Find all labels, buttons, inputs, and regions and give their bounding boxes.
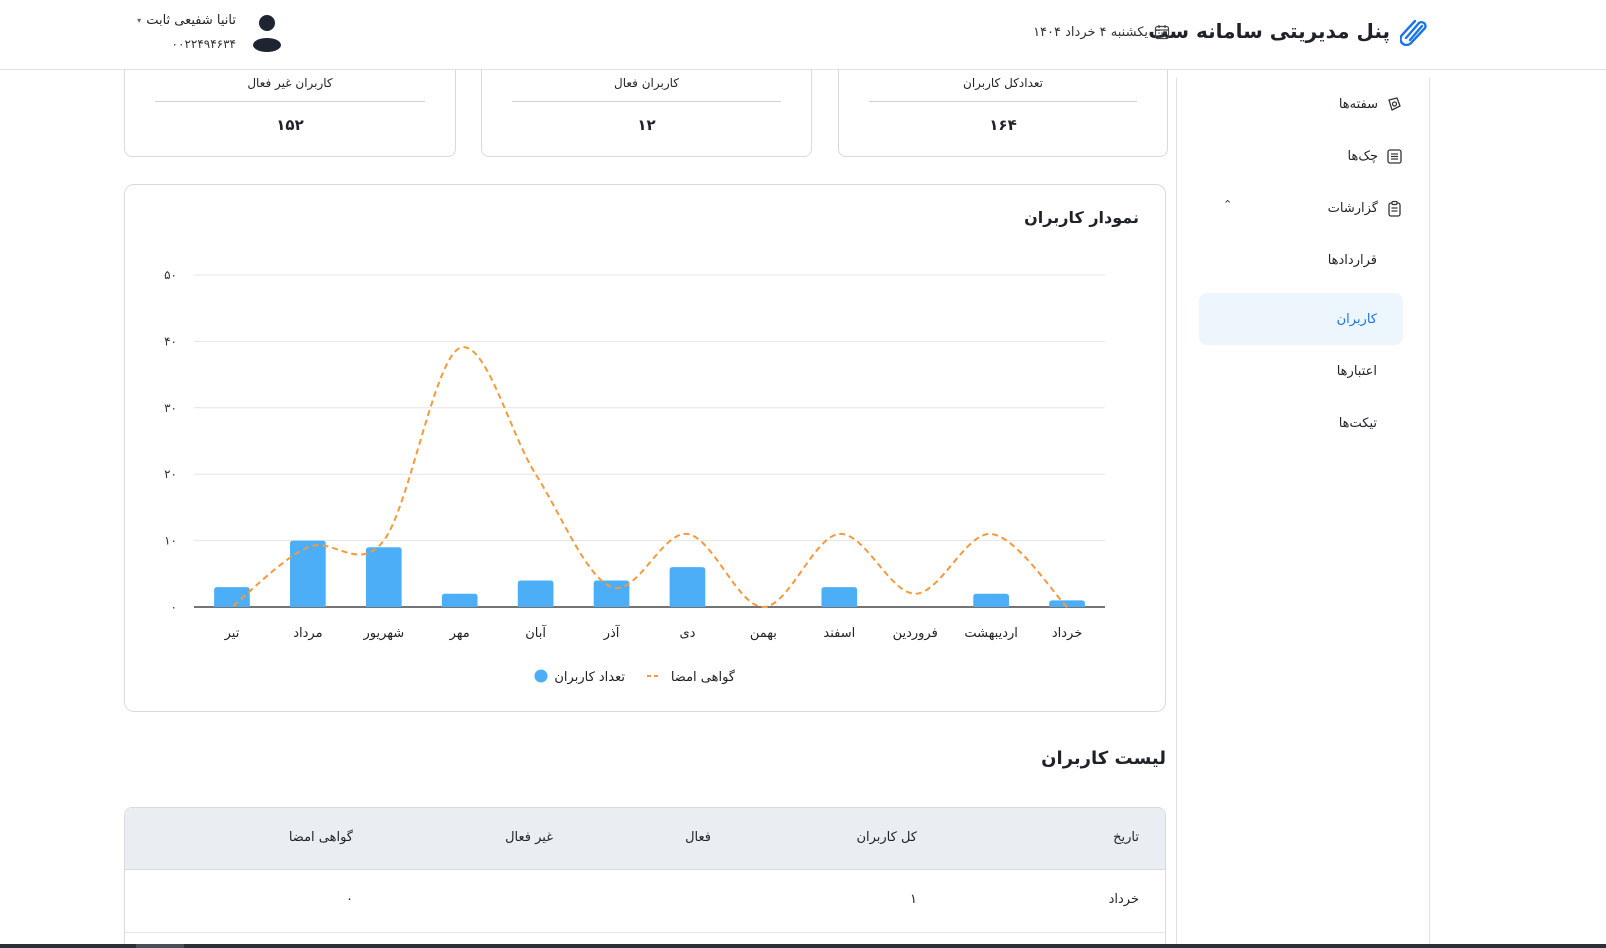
legend-swatch-dot [534,669,548,683]
stat-value: ۱۲ [637,116,656,134]
x-tick-label: اردیبهشت [964,626,1018,641]
y-tick-label: ۱۰ [164,534,177,548]
x-tick-label: خرداد [1052,626,1082,641]
chart-bar [441,593,478,607]
x-tick-label: بهمن [750,626,777,641]
chart-bar [365,547,402,607]
column-header-total-users[interactable]: کل کاربران [856,830,917,845]
divider [512,101,781,102]
y-tick-label: ۳۰ [164,401,177,415]
chart-bar [290,540,326,607]
y-tick-label: ۵۰ [164,268,177,282]
x-tick-label: دی [679,626,695,641]
table-row[interactable]: خرداد ۱ ۰ [125,870,1165,933]
stat-value: ۱۶۴ [989,116,1017,134]
sidebar: سفته‌ها چک‌ها گزارشات ⌃ قراردادها کاربرا… [1176,78,1430,948]
legend-label: تعداد کاربران [554,670,625,685]
sidebar-item-label: سفته‌ها [1338,96,1378,112]
column-header-active[interactable]: فعال [685,830,711,845]
date-display: یکشنبه ۴ خرداد ۱۴۰۴ [1033,24,1170,40]
table-cell: خرداد [1108,892,1139,907]
date-text: یکشنبه ۴ خرداد ۱۴۰۴ [1033,24,1148,40]
sidebar-item-label: کاربران [1336,311,1377,327]
x-tick-label: آبان [525,624,547,641]
stat-label: کاربران فعال [614,76,679,90]
users-chart: ۰ ۱۰ ۲۰ ۳۰ ۴۰ ۵۰ خرداد اردیبهشت فروردین اسفند بهمن… [164,268,1105,685]
app-title: پنل مدیریتی سامانه ست [1148,19,1390,43]
top-header: پنل مدیریتی سامانه ست یکشنبه ۴ خرداد ۱۴۰… [0,0,1606,70]
sidebar-item-promissory-notes[interactable]: سفته‌ها [1203,78,1403,130]
users-table: تاریخ کل کاربران فعال غیر فعال گواهی امض… [124,807,1166,948]
table-cell: ۰ [346,892,353,907]
chart-bar [669,567,706,607]
sidebar-item-tickets[interactable]: تیکت‌ها [1203,397,1377,449]
column-header-signature-certificate[interactable]: گواهی امضا [289,830,353,845]
chart-bar [593,580,630,607]
sidebar-item-label: اعتبارها [1336,363,1377,379]
chart-line-series [231,346,1068,609]
chart-bar [821,587,858,607]
divider [869,101,1137,102]
users-chart-card: ۰ ۱۰ ۲۰ ۳۰ ۴۰ ۵۰ خرداد اردیبهشت فروردین اسفند بهمن… [124,184,1166,712]
stat-card-total-users: تعدادکل کاربران ۱۶۴ [838,70,1168,157]
x-tick-label: آذر [603,624,621,641]
sidebar-item-credits[interactable]: اعتبارها [1203,345,1377,397]
paperclip-logo-icon [1400,19,1427,46]
sidebar-item-label: گزارشات [1327,200,1378,216]
user-name-text: تانیا شفیعی ثابت [146,13,236,28]
chart-bar [973,593,1009,607]
sidebar-item-label: تیکت‌ها [1338,415,1377,431]
stat-value: ۱۵۲ [276,116,304,134]
column-header-date[interactable]: تاریخ [1113,830,1139,845]
sidebar-item-label: چک‌ها [1347,148,1379,164]
x-tick-label: تیر [224,626,240,641]
chart-bar [517,580,554,607]
user-id: ۰۰۲۲۴۹۴۶۳۴ [171,37,236,51]
legend-label: گواهی امضا [671,669,736,685]
stat-label: تعدادکل کاربران [963,76,1043,90]
table-cell: ۱ [910,892,917,907]
chart-title: نمودار کاربران [1024,208,1139,227]
horizontal-scrollbar[interactable] [0,944,1606,948]
sidebar-item-reports[interactable]: گزارشات [1203,182,1403,234]
sidebar-item-users[interactable]: کاربران [1199,293,1403,345]
brand[interactable]: پنل مدیریتی سامانه ست [1148,16,1430,46]
divider [155,101,425,102]
scrollbar-thumb[interactable] [136,944,184,948]
x-tick-label: فروردین [893,626,938,641]
promissory-note-icon [1388,96,1401,111]
sidebar-item-checks[interactable]: چک‌ها [1203,130,1403,182]
y-tick-label: ۴۰ [164,334,177,348]
x-tick-label: مرداد [293,626,322,641]
y-tick-label: ۲۰ [164,467,177,481]
sidebar-item-contracts[interactable]: قراردادها [1203,234,1377,286]
calendar-icon [1154,25,1170,40]
x-tick-label: مهر [449,626,470,641]
sidebar-item-label: قراردادها [1327,252,1377,268]
chevron-down-icon[interactable]: ▾ [137,16,141,25]
chevron-up-icon[interactable]: ⌃ [1223,198,1232,211]
user-name[interactable]: تانیا شفیعی ثابت ▾ [137,13,236,28]
clipboard-report-icon [1388,200,1401,217]
stat-label: کاربران غیر فعال [247,76,333,90]
list-title: لیست کاربران [1041,748,1166,769]
avatar [253,15,281,52]
stat-card-active-users: کاربران فعال ۱۲ [481,70,812,157]
y-tick-label: ۰ [171,600,177,614]
table-header: تاریخ کل کاربران فعال غیر فعال گواهی امض… [125,808,1165,870]
column-header-inactive[interactable]: غیر فعال [505,830,553,845]
x-tick-label: اسفند [823,626,855,641]
stat-card-inactive-users: کاربران غیر فعال ۱۵۲ [124,70,456,157]
check-list-icon [1387,148,1402,164]
user-menu[interactable]: تانیا شفیعی ثابت ▾ ۰۰۲۲۴۹۴۶۳۴ [124,10,284,60]
x-tick-label: شهریور [362,626,404,641]
